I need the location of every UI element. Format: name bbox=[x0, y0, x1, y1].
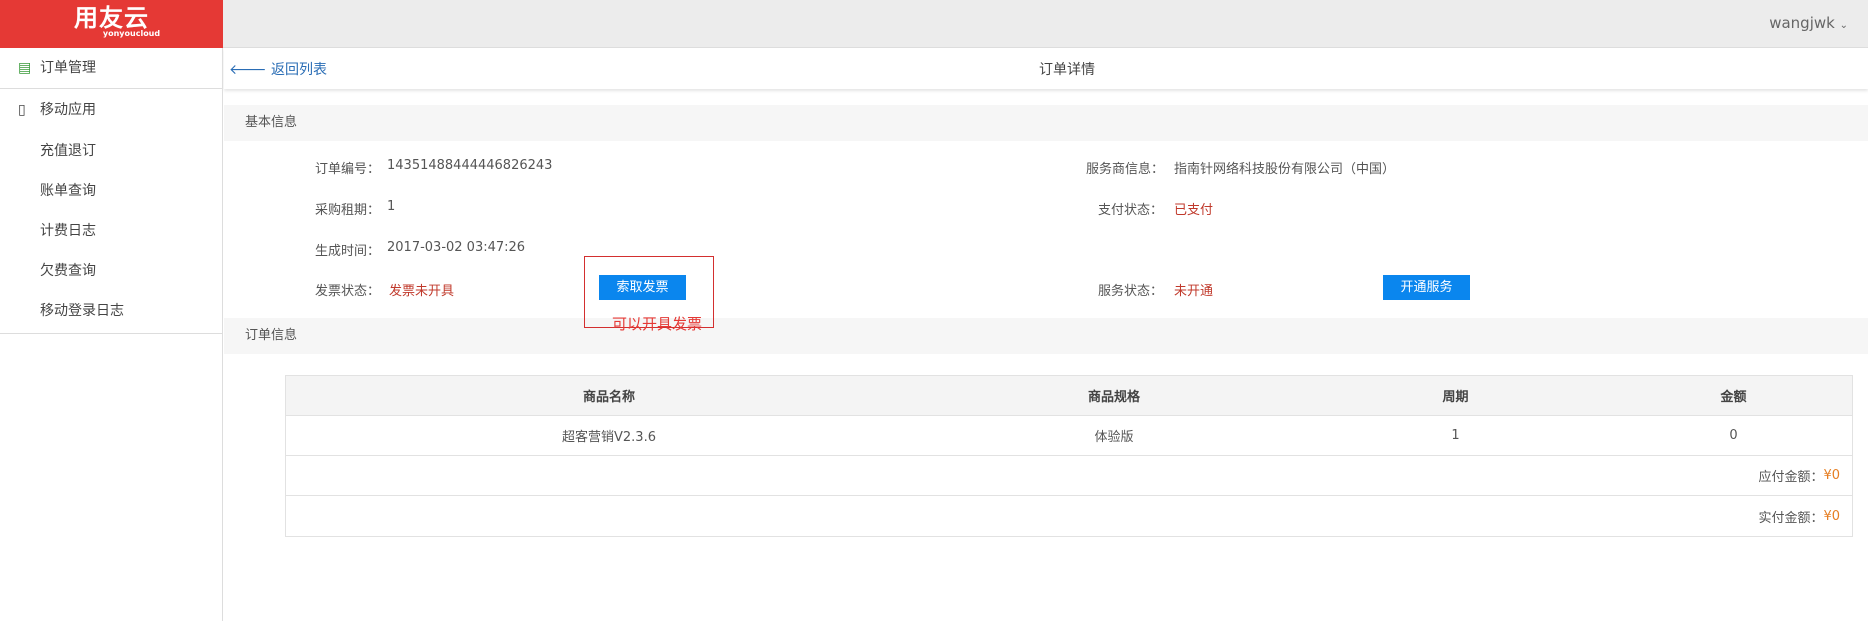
pay-status-label: 支付状态： bbox=[1098, 203, 1164, 218]
payable-row: 应付金额： ¥0 bbox=[286, 456, 1852, 496]
cell-amount: 0 bbox=[1729, 428, 1738, 443]
paid-row: 实付金额： ¥0 bbox=[1758, 508, 1840, 526]
annotation-text: 可以开具发票 bbox=[612, 315, 703, 333]
period-value: 1 bbox=[387, 199, 396, 214]
cell-period: 1 bbox=[1451, 428, 1460, 443]
table-row: 超客营销V2.3.6 体验版 1 0 bbox=[286, 416, 1852, 456]
user-menu[interactable]: wangjwk ⌄ bbox=[1769, 14, 1848, 32]
created-value: 2017-03-02 03:47:26 bbox=[387, 240, 526, 255]
provider-value: 指南针网络科技股份有限公司（中国） bbox=[1174, 162, 1396, 177]
order-list-icon: ▤ bbox=[18, 60, 32, 76]
sidebar-item-mobile[interactable]: ▯ 移动应用 bbox=[0, 97, 222, 123]
period-label: 采购租期： bbox=[315, 203, 381, 218]
cell-spec: 体验版 bbox=[1094, 430, 1134, 445]
order-number-label: 订单编号： bbox=[315, 162, 381, 177]
service-status-value: 未开通 bbox=[1174, 284, 1214, 299]
mobile-icon: ▯ bbox=[18, 102, 26, 118]
divider bbox=[0, 333, 222, 334]
cell-product-name: 超客营销V2.3.6 bbox=[562, 430, 656, 445]
sidebar-item-bills[interactable]: 账单查询 bbox=[0, 180, 222, 200]
top-bar: wangjwk ⌄ bbox=[223, 0, 1868, 48]
order-number-value: 14351488444446826243 bbox=[387, 158, 553, 173]
back-to-list-link[interactable]: 🡐 返回列表 bbox=[229, 59, 327, 79]
table-header: 商品名称 商品规格 周期 金额 bbox=[286, 376, 1852, 416]
page-title: 订单详情 bbox=[1039, 62, 1095, 78]
order-table: 商品名称 商品规格 周期 金额 超客营销V2.3.6 体验版 1 0 应付金额：… bbox=[285, 375, 1853, 537]
sidebar-item-billing-log[interactable]: 计费日志 bbox=[0, 220, 222, 240]
col-amount: 金额 bbox=[1720, 390, 1747, 405]
activate-service-button[interactable]: 开通服务 bbox=[1383, 275, 1470, 300]
brand-logo: 用友云 yonyoucloud bbox=[0, 0, 223, 48]
sub-header: 🡐 返回列表 订单详情 bbox=[224, 48, 1868, 89]
section-basic-info: 基本信息 bbox=[224, 105, 1868, 141]
sidebar-item-recharge[interactable]: 充值退订 bbox=[0, 140, 222, 160]
sidebar-item-orders[interactable]: ▤ 订单管理 bbox=[0, 48, 222, 89]
invoice-status-value: 发票未开具 bbox=[389, 284, 455, 299]
col-product-name: 商品名称 bbox=[582, 390, 635, 405]
sidebar-item-login-log[interactable]: 移动登录日志 bbox=[0, 300, 222, 320]
col-spec: 商品规格 bbox=[1087, 390, 1140, 405]
pay-status-value: 已支付 bbox=[1174, 203, 1214, 218]
sidebar-item-arrears[interactable]: 欠费查询 bbox=[0, 260, 222, 280]
service-status-label: 服务状态： bbox=[1098, 284, 1164, 299]
invoice-status-label: 发票状态： bbox=[315, 284, 381, 299]
col-period: 周期 bbox=[1442, 390, 1469, 405]
section-order-info: 订单信息 bbox=[224, 318, 1868, 354]
payable-amount: ¥0 bbox=[1823, 468, 1840, 483]
arrow-left-icon: 🡐 bbox=[229, 62, 267, 78]
chevron-down-icon: ⌄ bbox=[1839, 20, 1848, 31]
provider-label: 服务商信息： bbox=[1086, 162, 1165, 177]
sidebar: ▤ 订单管理 ▯ 移动应用 充值退订 账单查询 计费日志 欠费查询 移动登录日志 bbox=[0, 48, 223, 621]
paid-amount: ¥0 bbox=[1823, 508, 1840, 524]
created-label: 生成时间： bbox=[315, 244, 381, 259]
